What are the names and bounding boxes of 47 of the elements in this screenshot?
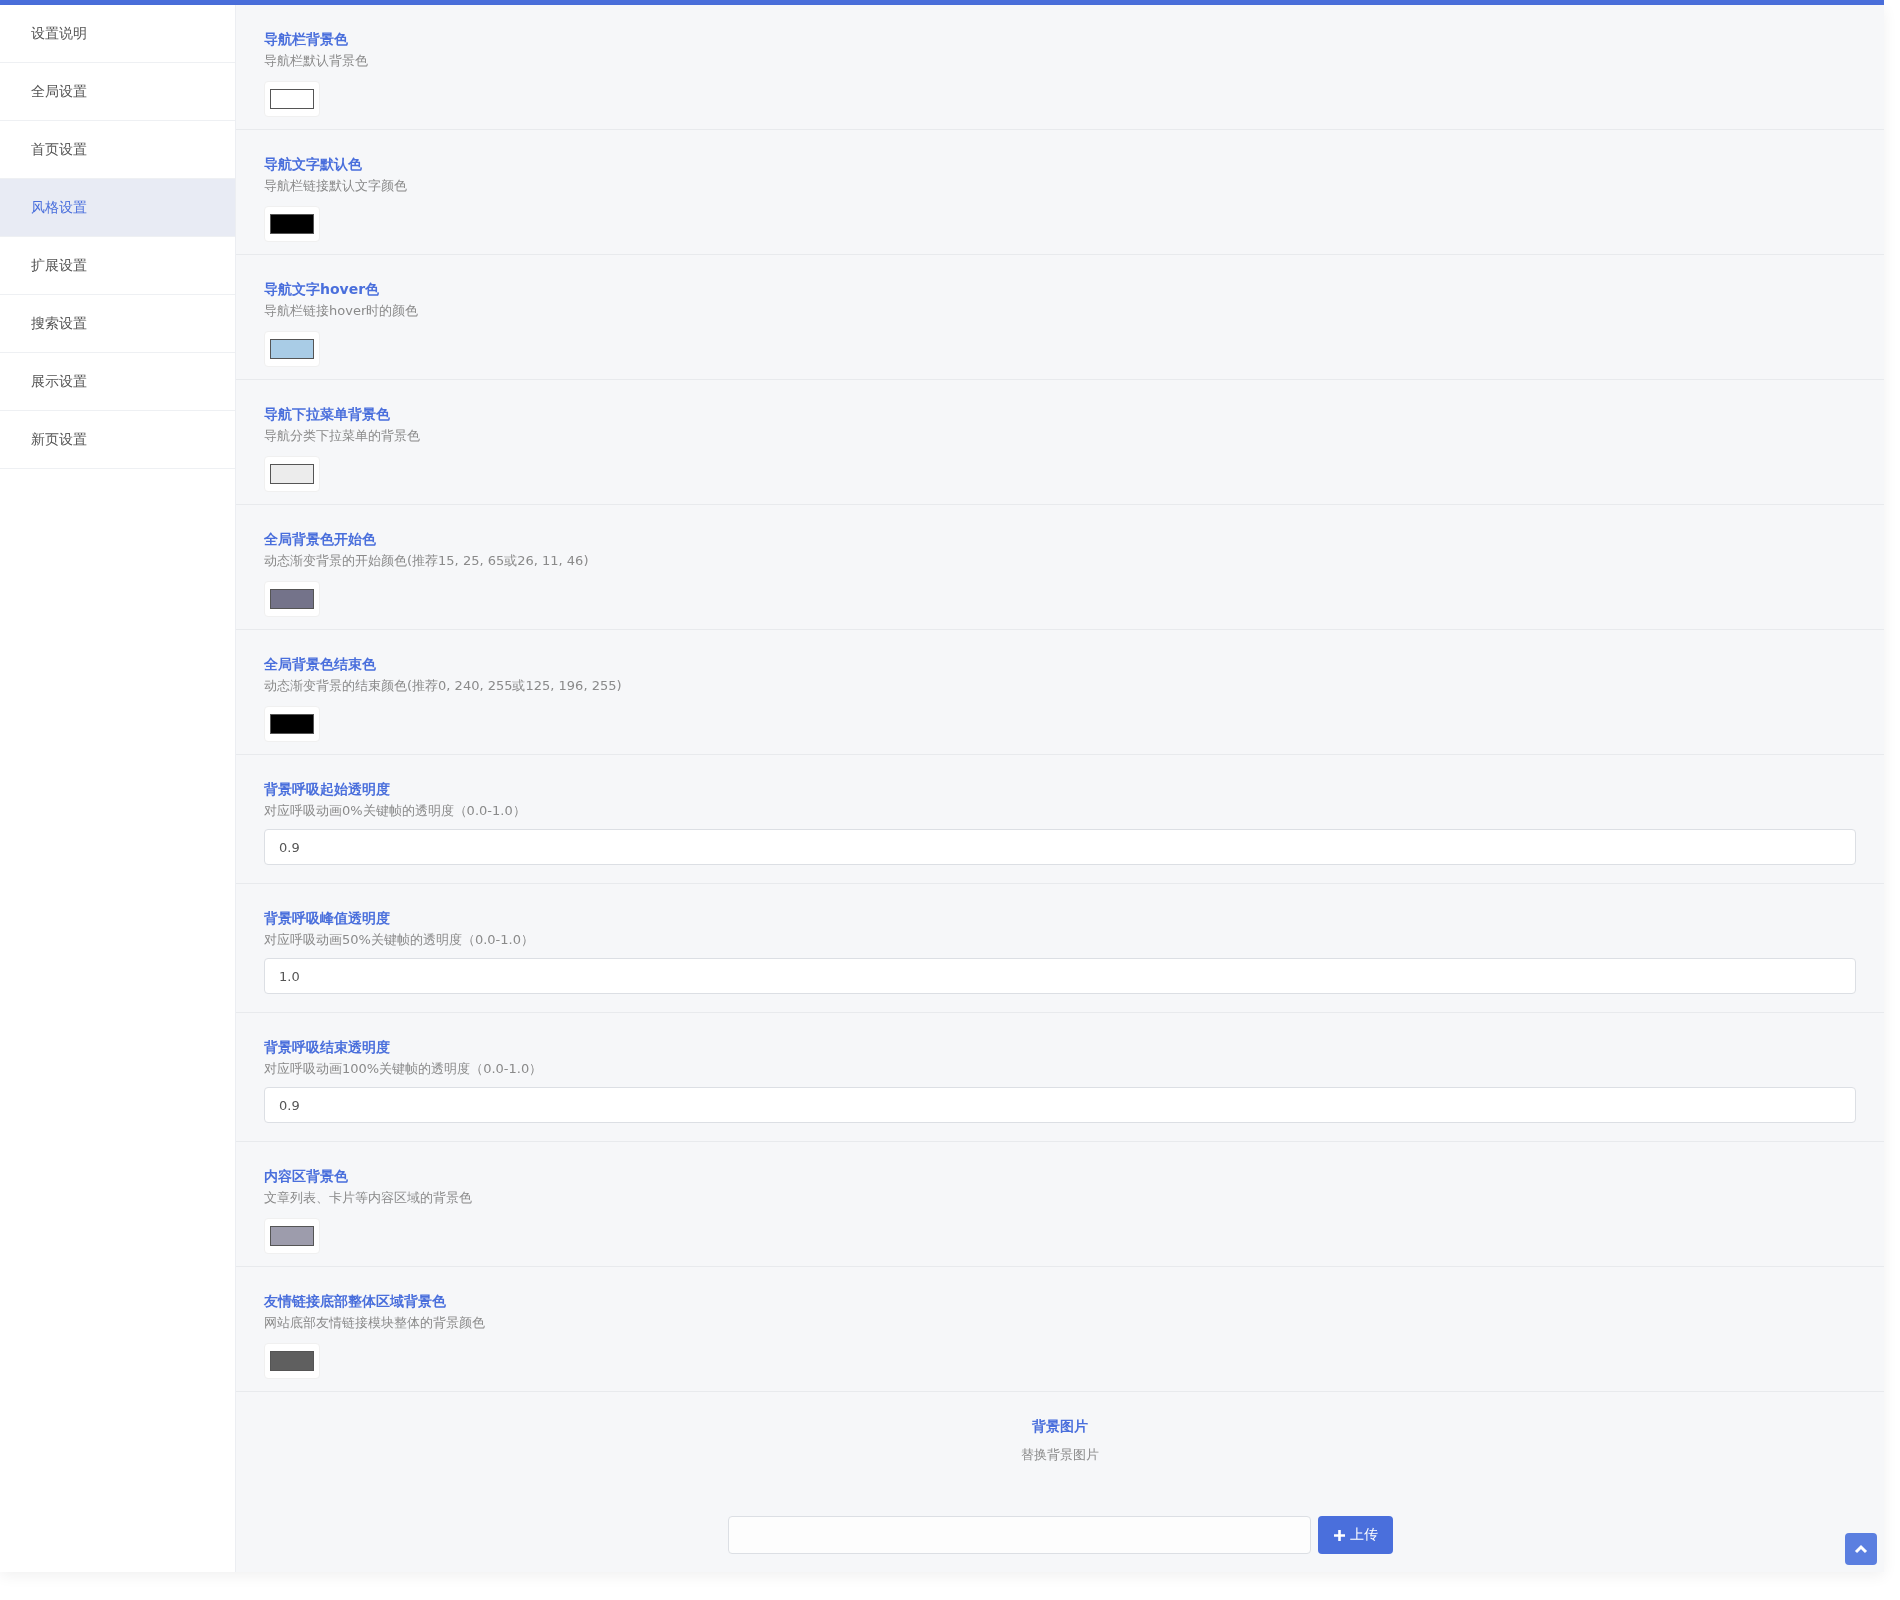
setting-title: 全局背景色结束色 [264,655,376,674]
input-field[interactable] [727,1516,1311,1554]
setting-description: 动态渐变背景的结束颜色(推荐0, 240, 255或125, 196, 255) [264,677,622,695]
setting-title: 背景呼吸峰值透明度 [264,909,390,928]
setting-description: 导航分类下拉菜单的背景色 [264,427,420,445]
setting-title: 内容区背景色 [264,1167,348,1186]
setting-title: 导航文字hover色 [264,280,380,299]
input-field[interactable]: 0.9 [264,1087,1856,1123]
input-field[interactable]: 1.0 [264,958,1856,994]
setting-description: 对应呼吸动画0%关键帧的透明度（0.0-1.0） [264,802,526,820]
chevron-up-icon [1854,1544,1868,1554]
scroll-to-top-button[interactable] [1845,1533,1877,1565]
setting-description: 对应呼吸动画100%关键帧的透明度（0.0-1.0） [264,1060,543,1078]
color-picker[interactable] [264,331,320,367]
input-field[interactable]: 0.9 [264,829,1856,865]
setting-title: 背景呼吸起始透明度 [264,780,390,799]
setting-title: 导航下拉菜单背景色 [264,405,390,424]
setting-description: 导航栏默认背景色 [264,52,368,70]
sidebar-item[interactable]: 扩展设置 [0,237,235,295]
sidebar-item[interactable]: 展示设置 [0,353,235,411]
upload-button[interactable]: 上传 [1317,1516,1393,1554]
sidebar-item[interactable]: 设置说明 [0,5,235,63]
setting-title: 导航栏背景色 [264,30,348,49]
setting-description: 导航栏链接默认文字颜色 [264,177,407,195]
setting-title: 全局背景色开始色 [264,530,376,549]
setting-description: 对应呼吸动画50%关键帧的透明度（0.0-1.0） [264,931,534,949]
setting-title: 导航文字默认色 [264,155,362,174]
sidebar-item[interactable]: 风格设置 [0,179,235,237]
plus-icon [1332,1528,1346,1542]
sidebar-item[interactable]: 新页设置 [0,411,235,469]
setting-description: 网站底部友情链接模块整体的背景颜色 [264,1314,485,1332]
sidebar-item[interactable]: 搜索设置 [0,295,235,353]
setting-title: 背景图片 [1032,1417,1088,1436]
color-picker[interactable] [264,1343,320,1379]
color-picker[interactable] [264,456,320,492]
setting-description: 文章列表、卡片等内容区域的背景色 [264,1189,472,1207]
setting-description: 替换背景图片 [1021,1446,1099,1464]
setting-title: 友情链接底部整体区域背景色 [264,1292,446,1311]
color-picker[interactable] [264,581,320,617]
color-picker[interactable] [264,1218,320,1254]
setting-description: 导航栏链接hover时的颜色 [264,302,419,320]
color-picker[interactable] [264,706,320,742]
setting-title: 背景呼吸结束透明度 [264,1038,390,1057]
sidebar-item[interactable]: 全局设置 [0,63,235,121]
color-picker[interactable] [264,206,320,242]
color-picker[interactable] [264,81,320,117]
setting-description: 动态渐变背景的开始颜色(推荐15, 25, 65或26, 11, 46) [264,552,589,570]
